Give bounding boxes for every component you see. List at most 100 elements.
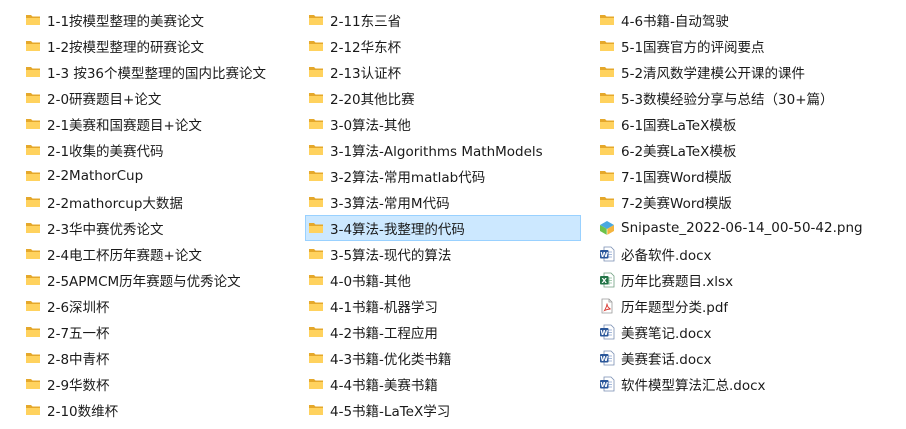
file-item[interactable]: 7-2美赛Word模版: [596, 189, 896, 215]
file-item[interactable]: 1-1按模型整理的美赛论文: [22, 7, 292, 33]
file-item[interactable]: 2-5APMCM历年赛题与优秀论文: [22, 267, 292, 293]
file-name: 2-2MathorCup: [47, 168, 144, 184]
file-item[interactable]: 3-4算法-我整理的代码: [305, 215, 581, 241]
file-item[interactable]: 2-12华东杯: [305, 33, 581, 59]
folder-icon: [25, 194, 41, 210]
folder-icon: [308, 272, 324, 288]
file-item[interactable]: 2-13认证杯: [305, 59, 581, 85]
file-item[interactable]: 2-1收集的美赛代码: [22, 137, 292, 163]
file-item[interactable]: 2-10数维杯: [22, 397, 292, 423]
file-name: 4-3书籍-优化类书籍: [330, 352, 452, 368]
file-item[interactable]: 3-1算法-Algorithms MathModels: [305, 137, 581, 163]
file-name: 3-2算法-常用matlab代码: [330, 170, 486, 186]
folder-icon: [25, 12, 41, 28]
file-item[interactable]: 2-6深圳杯: [22, 293, 292, 319]
folder-icon: [599, 116, 615, 132]
file-item[interactable]: 历年题型分类.pdf: [596, 293, 896, 319]
folder-icon: [25, 402, 41, 418]
file-item[interactable]: 1-3 按36个模型整理的国内比赛论文: [22, 59, 292, 85]
file-name: 美赛笔记.docx: [621, 326, 712, 342]
file-name: 4-2书籍-工程应用: [330, 326, 438, 342]
file-item[interactable]: 4-6书籍-自动驾驶: [596, 7, 896, 33]
folder-icon: [25, 272, 41, 288]
file-name: 3-1算法-Algorithms MathModels: [330, 144, 543, 160]
file-item[interactable]: 3-2算法-常用matlab代码: [305, 163, 581, 189]
file-item[interactable]: W 美赛笔记.docx: [596, 319, 896, 345]
file-item[interactable]: 2-20其他比赛: [305, 85, 581, 111]
file-item[interactable]: W 必备软件.docx: [596, 241, 896, 267]
file-item[interactable]: Snipaste_2022-06-14_00-50-42.png: [596, 215, 896, 241]
file-item[interactable]: 4-0书籍-其他: [305, 267, 581, 293]
file-name: 2-1收集的美赛代码: [47, 144, 164, 160]
file-item[interactable]: 4-5书籍-LaTeX学习: [305, 397, 581, 423]
folder-icon: [25, 168, 41, 184]
folder-icon: [599, 142, 615, 158]
file-item[interactable]: 2-2mathorcup大数据: [22, 189, 292, 215]
file-name: 2-13认证杯: [330, 66, 402, 82]
folder-icon: [25, 90, 41, 106]
file-item[interactable]: 2-1美赛和国赛题目+论文: [22, 111, 292, 137]
file-item[interactable]: 4-4书籍-美赛书籍: [305, 371, 581, 397]
folder-icon: [308, 220, 324, 236]
word-document-icon: W: [599, 246, 615, 262]
file-name: 4-1书籍-机器学习: [330, 300, 438, 316]
file-item[interactable]: 6-1国赛LaTeX模板: [596, 111, 896, 137]
folder-icon: [308, 194, 324, 210]
file-name: 3-5算法-现代的算法: [330, 248, 452, 264]
file-item[interactable]: 4-3书籍-优化类书籍: [305, 345, 581, 371]
file-item[interactable]: 2-0研赛题目+论文: [22, 85, 292, 111]
svg-text:W: W: [600, 329, 608, 337]
file-item[interactable]: 2-9华数杯: [22, 371, 292, 397]
file-name: 5-1国赛官方的评阅要点: [621, 40, 765, 56]
file-name: 2-1美赛和国赛题目+论文: [47, 118, 202, 134]
folder-icon: [308, 12, 324, 28]
folder-icon: [308, 298, 324, 314]
file-name: 5-2清风数学建模公开课的课件: [621, 66, 806, 82]
file-name: 5-3数模经验分享与总结（30+篇）: [621, 92, 834, 108]
file-item[interactable]: 5-3数模经验分享与总结（30+篇）: [596, 85, 896, 111]
word-document-icon: W: [599, 324, 615, 340]
file-item[interactable]: 3-5算法-现代的算法: [305, 241, 581, 267]
file-item[interactable]: 4-1书籍-机器学习: [305, 293, 581, 319]
folder-icon: [308, 38, 324, 54]
file-item[interactable]: 2-4电工杯历年赛题+论文: [22, 241, 292, 267]
file-item[interactable]: 3-3算法-常用M代码: [305, 189, 581, 215]
file-item[interactable]: 2-11东三省: [305, 7, 581, 33]
folder-icon: [599, 64, 615, 80]
folder-icon: [25, 350, 41, 366]
folder-icon: [308, 246, 324, 262]
file-name: 6-1国赛LaTeX模板: [621, 118, 737, 134]
file-item[interactable]: 5-2清风数学建模公开课的课件: [596, 59, 896, 85]
file-name: 1-2按模型整理的研赛论文: [47, 40, 205, 56]
file-name: 美赛套话.docx: [621, 352, 712, 368]
file-item[interactable]: 2-3华中赛优秀论文: [22, 215, 292, 241]
folder-icon: [25, 376, 41, 392]
file-name: 1-1按模型整理的美赛论文: [47, 14, 205, 30]
file-item[interactable]: 2-2MathorCup: [22, 163, 292, 189]
file-item[interactable]: 2-7五一杯: [22, 319, 292, 345]
svg-text:W: W: [600, 381, 608, 389]
file-name: 2-8中青杯: [47, 352, 110, 368]
file-item[interactable]: W 软件模型算法汇总.docx: [596, 371, 896, 397]
file-item[interactable]: 3-0算法-其他: [305, 111, 581, 137]
file-item[interactable]: X 历年比赛题目.xlsx: [596, 267, 896, 293]
file-name: 4-6书籍-自动驾驶: [621, 14, 729, 30]
file-item[interactable]: 5-1国赛官方的评阅要点: [596, 33, 896, 59]
file-item[interactable]: 7-1国赛Word模版: [596, 163, 896, 189]
file-item[interactable]: 1-2按模型整理的研赛论文: [22, 33, 292, 59]
file-item[interactable]: 2-8中青杯: [22, 345, 292, 371]
file-item[interactable]: 6-2美赛LaTeX模板: [596, 137, 896, 163]
file-name: 2-7五一杯: [47, 326, 110, 342]
folder-icon: [599, 38, 615, 54]
file-name: 历年比赛题目.xlsx: [621, 274, 734, 290]
folder-icon: [308, 116, 324, 132]
folder-icon: [25, 64, 41, 80]
svg-text:W: W: [600, 355, 608, 363]
file-item[interactable]: W 美赛套话.docx: [596, 345, 896, 371]
folder-icon: [25, 298, 41, 314]
file-item[interactable]: 4-2书籍-工程应用: [305, 319, 581, 345]
svg-text:W: W: [600, 251, 608, 259]
file-name: 2-4电工杯历年赛题+论文: [47, 248, 202, 264]
folder-icon: [308, 90, 324, 106]
folder-icon: [308, 350, 324, 366]
